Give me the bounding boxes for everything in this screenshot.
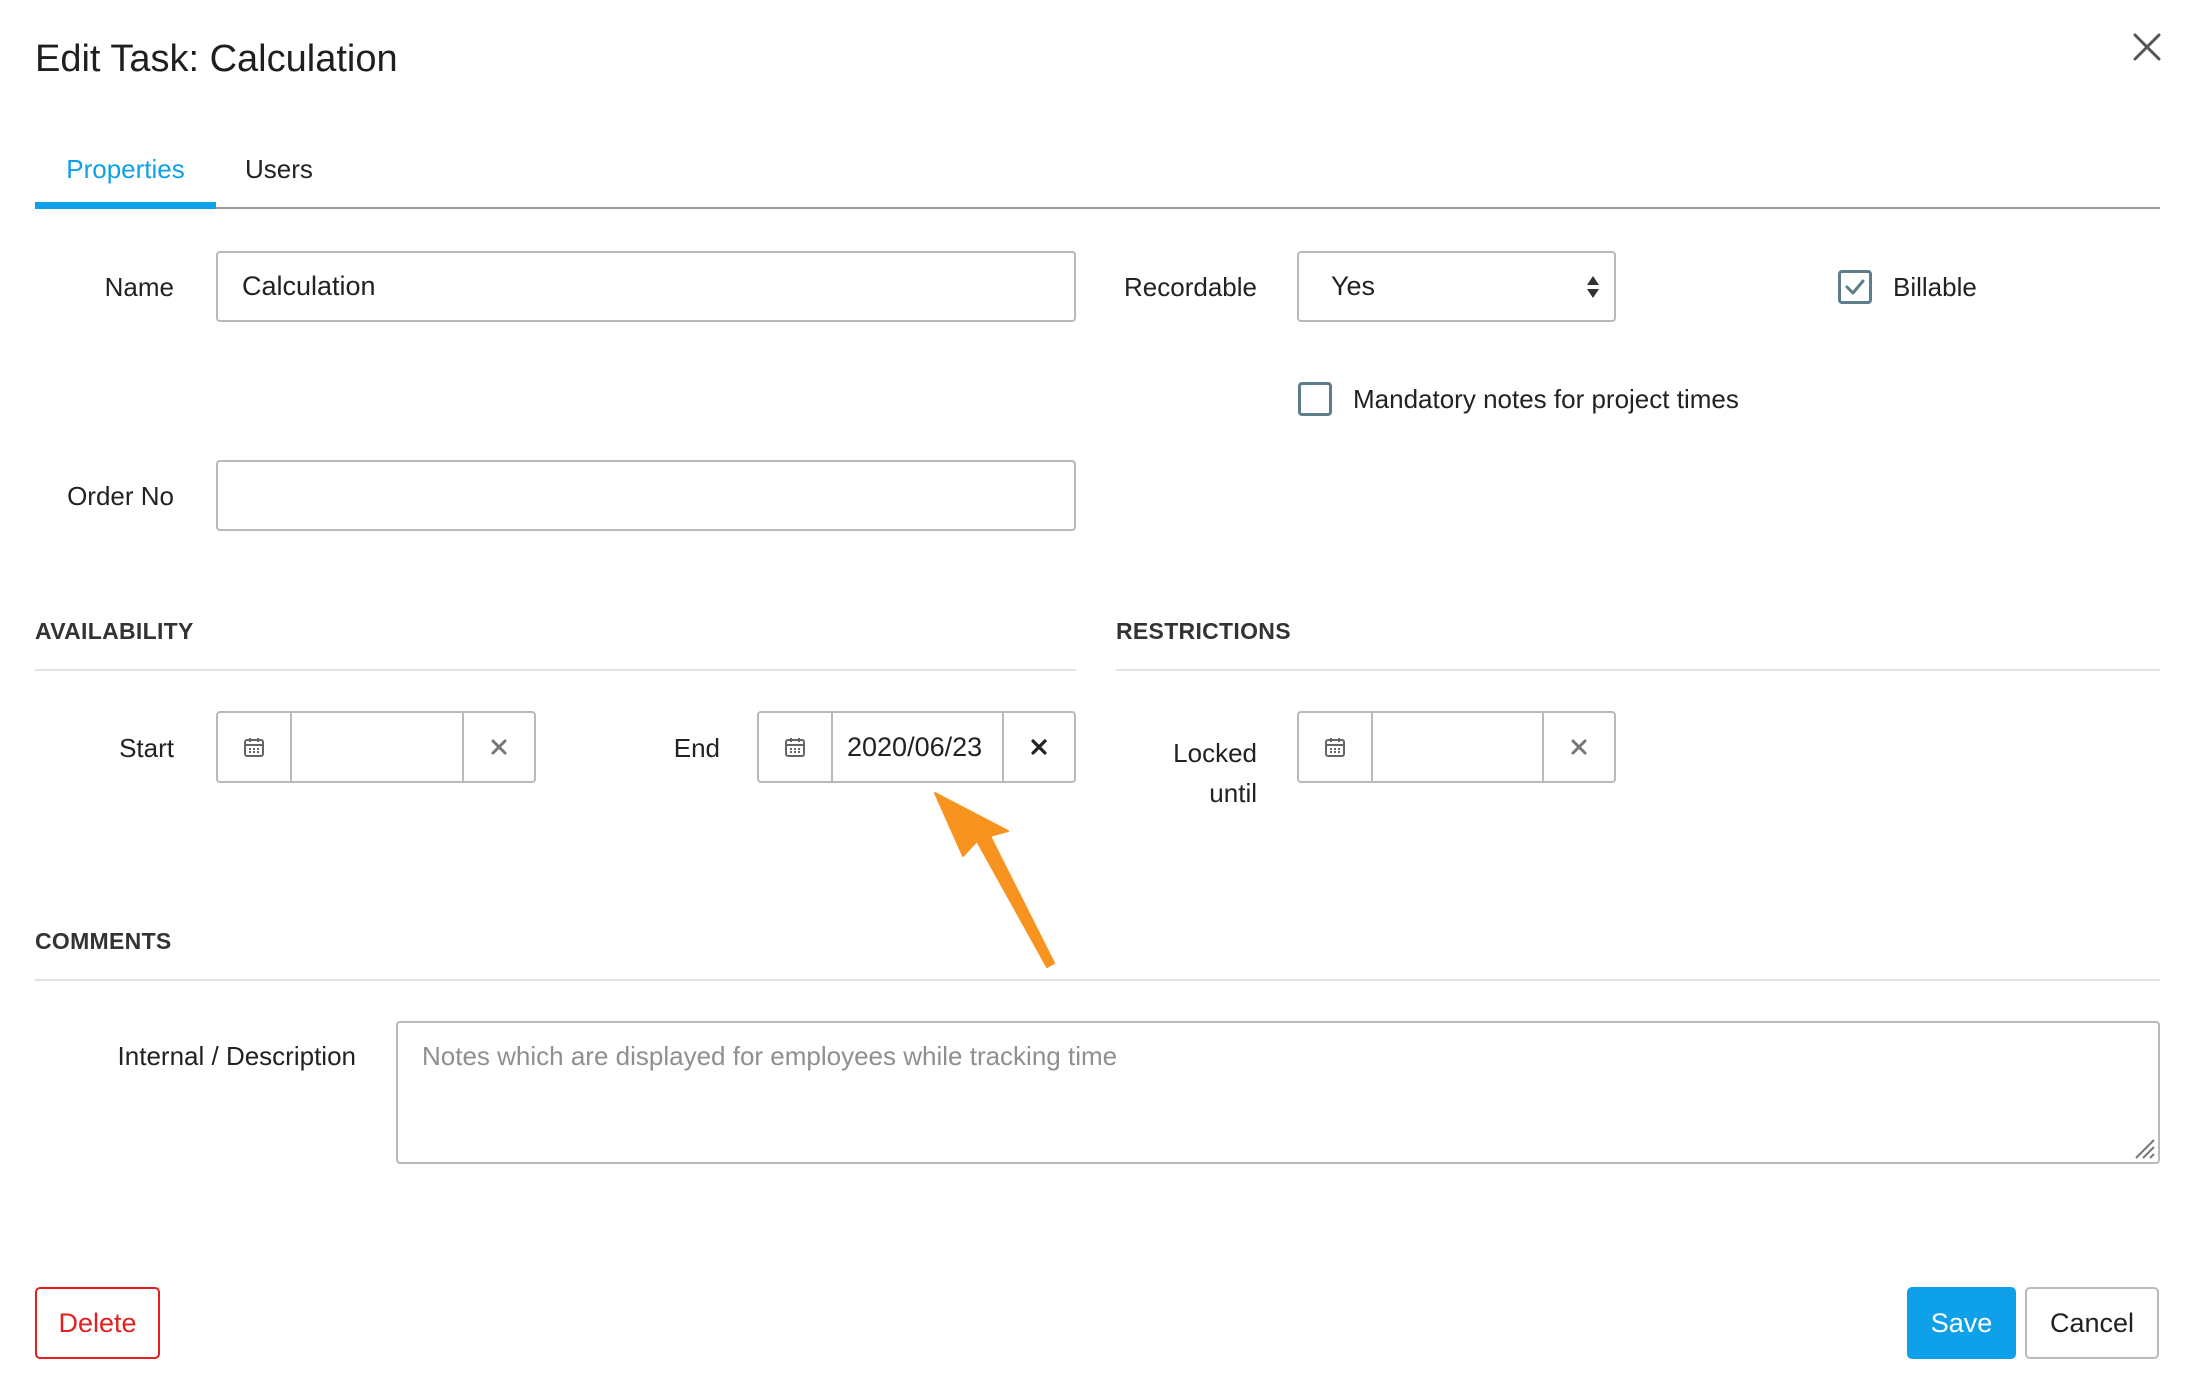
annotation-arrow: [934, 792, 1055, 968]
clear-icon: [1571, 739, 1587, 755]
end-date-input[interactable]: 2020/06/23: [833, 713, 1002, 781]
close-button[interactable]: [2125, 25, 2169, 69]
start-clear-button[interactable]: [462, 713, 534, 781]
locked-until-clear-button[interactable]: [1542, 713, 1614, 781]
end-date-value: 2020/06/23: [847, 731, 983, 762]
calendar-icon: [785, 738, 805, 757]
active-tab-indicator: [35, 202, 216, 209]
end-date-picker: 2020/06/23: [757, 711, 1076, 783]
locked-until-calendar-button[interactable]: [1299, 713, 1373, 781]
locked-until-date-picker: [1297, 711, 1616, 783]
dialog-title: Edit Task: Calculation: [35, 38, 398, 80]
mandatory-notes-checkbox[interactable]: [1298, 382, 1332, 416]
tabs-divider: [35, 207, 2160, 209]
name-label: Name: [104, 272, 174, 302]
recordable-value: Yes: [1331, 271, 1376, 301]
save-button[interactable]: Save: [1907, 1287, 2016, 1359]
cancel-button[interactable]: Cancel: [2025, 1287, 2159, 1359]
availability-heading: AVAILABILITY: [35, 618, 194, 644]
tab-properties[interactable]: Properties: [35, 154, 216, 185]
billable-checkbox[interactable]: [1838, 270, 1872, 304]
delete-button[interactable]: Delete: [35, 1287, 160, 1359]
locked-until-label: Locked until: [1120, 733, 1257, 813]
mandatory-notes-label: Mandatory notes for project times: [1353, 384, 1739, 414]
billable-label: Billable: [1893, 272, 1977, 302]
recordable-select[interactable]: Yes: [1297, 251, 1616, 322]
clear-icon: [491, 739, 507, 755]
name-value: Calculation: [242, 271, 376, 301]
end-label: End: [673, 733, 720, 763]
start-date-input[interactable]: [292, 713, 462, 781]
start-calendar-button[interactable]: [218, 713, 292, 781]
calendar-icon: [1325, 738, 1345, 757]
checkmark-icon: [1845, 279, 1865, 295]
clear-icon: [1031, 739, 1047, 755]
locked-until-date-input[interactable]: [1373, 713, 1542, 781]
availability-divider: [35, 669, 1076, 671]
comments-divider: [35, 979, 2160, 981]
locked-until-label-line2: until: [1209, 778, 1257, 808]
close-icon: [2133, 33, 2161, 61]
start-label: Start: [119, 733, 174, 763]
name-input[interactable]: Calculation: [216, 251, 1076, 322]
select-arrows-icon: [1587, 275, 1599, 298]
locked-until-label-line1: Locked: [1173, 738, 1257, 768]
end-calendar-button[interactable]: [759, 713, 833, 781]
calendar-icon: [244, 738, 264, 757]
restrictions-heading: RESTRICTIONS: [1116, 618, 1291, 644]
start-date-picker: [216, 711, 536, 783]
end-clear-button[interactable]: [1002, 713, 1074, 781]
resize-handle-icon[interactable]: [2130, 1134, 2156, 1160]
order-no-label: Order No: [67, 481, 174, 511]
recordable-label: Recordable: [1124, 272, 1257, 302]
comments-heading: COMMENTS: [35, 928, 172, 954]
description-placeholder: Notes which are displayed for employees …: [422, 1041, 1118, 1071]
description-textarea[interactable]: Notes which are displayed for employees …: [396, 1021, 2160, 1164]
tab-users[interactable]: Users: [245, 154, 313, 185]
restrictions-divider: [1116, 669, 2160, 671]
description-label: Internal / Description: [117, 1041, 356, 1071]
order-no-input[interactable]: [216, 460, 1076, 531]
